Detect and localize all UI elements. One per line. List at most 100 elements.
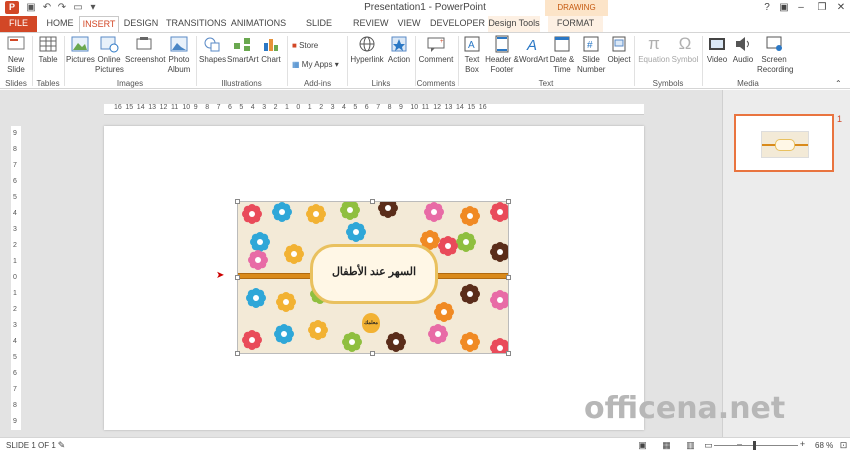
slide-number-label: Slide Number	[577, 55, 606, 74]
reading-view-icon[interactable]: ▥	[685, 440, 696, 450]
ruler-tick-label: 6	[13, 178, 17, 185]
photo-album-button[interactable]: Photo Album	[164, 35, 194, 75]
ruler-tick-label: 3	[330, 104, 335, 111]
zoom-level[interactable]: 68 %	[815, 441, 833, 450]
pictures-button[interactable]: Pictures	[66, 35, 95, 65]
hyperlink-button[interactable]: Hyperlink	[350, 35, 384, 65]
resize-handle-bottom-right[interactable]	[506, 351, 511, 356]
comment-icon: +	[427, 37, 445, 52]
tab-home[interactable]: HOME	[42, 16, 78, 32]
slide-picture[interactable]: السهر عند الأطفال معلمك	[237, 201, 509, 354]
group-label-slides: Slides	[5, 79, 27, 88]
table-icon	[39, 36, 57, 52]
tab-insert[interactable]: INSERT	[79, 16, 119, 33]
flower-decoration	[308, 320, 328, 340]
collapse-ribbon-icon[interactable]: ⌃	[835, 79, 842, 88]
chart-button[interactable]: Chart	[259, 35, 283, 65]
table-button[interactable]: Table	[36, 35, 60, 65]
chart-icon	[264, 39, 278, 51]
slide-show-view-icon[interactable]: ▭	[703, 440, 714, 450]
separator	[196, 36, 197, 86]
my-apps-button[interactable]: ▦ My Apps ▾	[292, 58, 339, 72]
flower-decoration	[306, 204, 326, 224]
screenshot-button[interactable]: Screenshot	[125, 35, 165, 65]
date-time-button[interactable]: Date & Time	[549, 35, 575, 75]
ruler-tick-label: 8	[387, 104, 392, 111]
status-bar: SLIDE 1 OF 1 ✎ ▣ ▦ ▥ ▭ – + 68 % ⊡	[0, 437, 850, 452]
header-footer-button[interactable]: Header & Footer	[485, 35, 519, 75]
resize-handle-top-left[interactable]	[235, 199, 240, 204]
flower-decoration	[428, 324, 448, 344]
ruler-tick-label: 4	[342, 104, 346, 111]
slide-thumbnail[interactable]	[734, 114, 834, 172]
tab-transitions[interactable]: TRANSITIONS	[166, 16, 227, 32]
flower-decoration	[248, 250, 268, 270]
comment-button[interactable]: + Comment	[418, 35, 454, 65]
flower-decoration	[490, 202, 508, 222]
shapes-button[interactable]: Shapes	[199, 35, 226, 65]
ruler-tick-label: 14	[456, 104, 464, 111]
flower-decoration	[434, 302, 454, 322]
ruler-tick-label: 11	[171, 104, 179, 111]
tab-animations[interactable]: ANIMATIONS	[230, 16, 287, 32]
wordart-button[interactable]: A WordArt	[519, 35, 548, 65]
slide-number-button[interactable]: # Slide Number	[577, 35, 605, 75]
ruler-tick-label: 9	[193, 104, 198, 111]
smartart-label: SmartArt	[227, 55, 259, 64]
tab-file[interactable]: FILE	[0, 16, 37, 32]
ruler-tick-label: 14	[136, 104, 145, 111]
resize-handle-bottom[interactable]	[370, 351, 375, 356]
ruler-tick-label: 13	[148, 104, 156, 111]
fit-slide-icon[interactable]: ⊡	[838, 440, 849, 450]
tab-developer[interactable]: DEVELOPER	[430, 16, 485, 32]
resize-handle-bottom-left[interactable]	[235, 351, 240, 356]
video-button[interactable]: Video	[705, 35, 729, 65]
ruler-tick-label: 8	[205, 104, 210, 111]
ruler-tick-label: 7	[13, 162, 17, 169]
equation-button[interactable]: π Equation	[637, 35, 671, 65]
video-label: Video	[706, 55, 728, 64]
red-arrow-icon: ➤	[216, 270, 225, 281]
zoom-in-icon[interactable]: +	[797, 439, 808, 449]
tab-review[interactable]: REVIEW	[353, 16, 389, 32]
new-slide-button[interactable]: New Slide	[4, 35, 28, 75]
ruler-tick-label: 12	[433, 104, 441, 111]
zoom-slider-thumb[interactable]	[753, 441, 756, 450]
slide-sorter-icon[interactable]: ▦	[661, 440, 672, 450]
resize-handle-left[interactable]	[235, 275, 240, 280]
tab-format[interactable]: FORMAT	[548, 16, 603, 32]
symbol-button[interactable]: Ω Symbol	[671, 35, 699, 65]
resize-handle-top-right[interactable]	[506, 199, 511, 204]
zoom-slider-track[interactable]	[714, 445, 798, 446]
tab-view[interactable]: VIEW	[395, 16, 423, 32]
photo-album-label: Photo Album	[167, 55, 191, 74]
normal-view-icon[interactable]: ▣	[637, 440, 648, 450]
ruler-tick-label: 15	[467, 104, 476, 111]
tab-slide-show[interactable]: SLIDE SHOW	[293, 16, 345, 43]
new-slide-icon	[7, 36, 25, 50]
new-slide-label: New Slide	[7, 55, 25, 74]
text-box-label: Text Box	[464, 55, 480, 74]
separator	[634, 36, 635, 86]
ruler-tick-label: 7	[216, 104, 221, 111]
close-icon[interactable]: ✕	[830, 0, 850, 16]
audio-button[interactable]: Audio	[731, 35, 755, 65]
flower-decoration	[346, 222, 366, 242]
resize-handle-top[interactable]	[370, 199, 375, 204]
zoom-out-icon[interactable]: –	[734, 439, 745, 449]
action-button[interactable]: Action	[386, 35, 412, 65]
smartart-button[interactable]: SmartArt	[227, 35, 259, 65]
tab-design-tools[interactable]: Design Tools	[488, 16, 540, 32]
minimize-icon[interactable]: –	[790, 0, 812, 16]
ruler-tick-label: 2	[13, 306, 17, 313]
store-button[interactable]: ■ Store	[292, 39, 318, 53]
object-button[interactable]: Object	[606, 35, 632, 65]
text-box-button[interactable]: A Text Box	[461, 35, 483, 75]
resize-handle-right[interactable]	[506, 275, 511, 280]
screen-recording-button[interactable]: Screen Recording	[757, 35, 793, 75]
tab-design[interactable]: DESIGN	[122, 16, 160, 32]
flower-decoration	[386, 332, 406, 352]
spelling-check-icon[interactable]: ✎	[56, 440, 67, 450]
online-pictures-button[interactable]: Online Pictures	[95, 35, 124, 75]
flower-decoration	[246, 288, 266, 308]
